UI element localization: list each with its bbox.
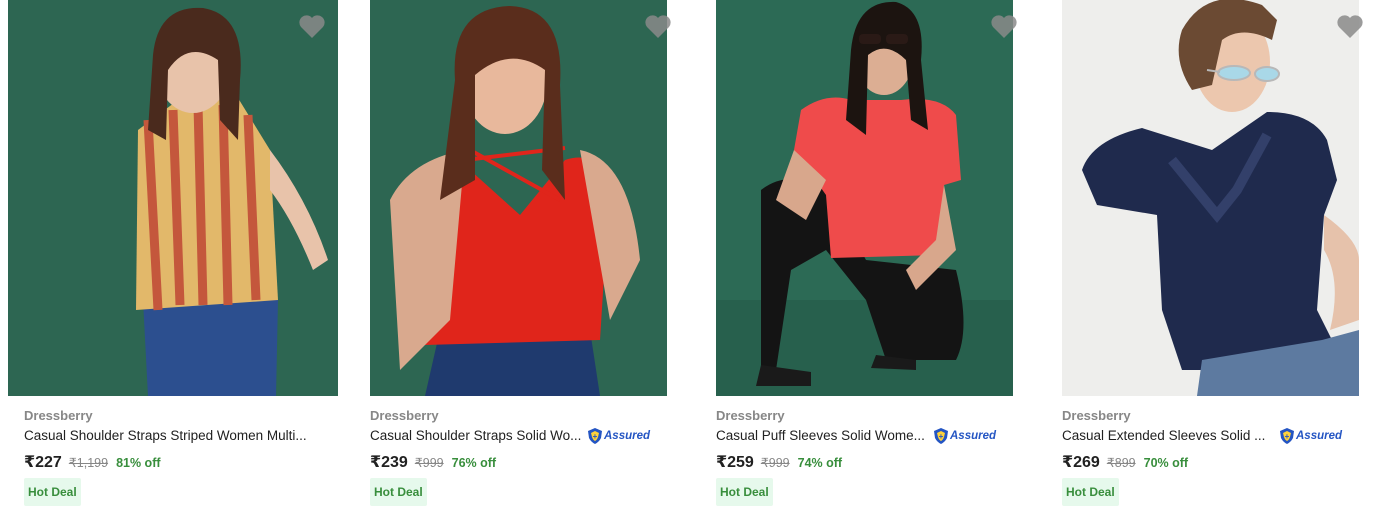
heart-icon[interactable] [990,14,1018,40]
brand-name: Dressberry [370,408,439,423]
discount-percent: 70% off [1143,456,1189,470]
product-title[interactable]: Casual Puff Sleeves Solid Wome... [716,428,934,443]
product-image[interactable] [1062,0,1359,396]
product-image[interactable] [8,0,338,396]
product-title[interactable]: Casual Shoulder Straps Striped Women Mul… [24,428,324,443]
heart-icon[interactable] [644,14,672,40]
hot-deal-badge: Hot Deal [24,478,81,506]
svg-text:+: + [939,432,944,441]
discount-percent: 76% off [451,456,497,470]
svg-text:+: + [593,432,598,441]
original-price: ₹1,199 [68,456,109,470]
selling-price: ₹269 [1062,454,1100,471]
selling-price: ₹259 [716,454,754,471]
discount-percent: 81% off [116,456,161,470]
assured-shield-icon: + [588,428,602,444]
product-card[interactable]: Dressberry Casual Shoulder Straps Solid … [370,0,700,513]
assured-badge: + Assured [933,427,996,445]
assured-badge: + Assured [1279,427,1342,445]
product-image[interactable] [716,0,1013,396]
product-title[interactable]: Casual Shoulder Straps Solid Wo... [370,428,588,443]
assured-label: Assured [1296,430,1343,442]
product-card[interactable]: Dressberry Casual Shoulder Straps Stripe… [8,0,338,513]
product-title[interactable]: Casual Extended Sleeves Solid ... [1062,428,1276,443]
price-row: ₹269 ₹899 70% off [1062,452,1188,472]
heart-icon[interactable] [1336,14,1364,40]
assured-shield-icon: + [934,428,948,444]
hot-deal-badge: Hot Deal [716,478,773,506]
product-card[interactable]: Dressberry Casual Puff Sleeves Solid Wom… [716,0,1046,513]
hot-deal-badge: Hot Deal [370,478,427,506]
brand-name: Dressberry [716,408,785,423]
original-price: ₹899 [1106,456,1136,470]
brand-name: Dressberry [24,408,93,423]
svg-text:+: + [1285,432,1290,441]
price-row: ₹259 ₹999 74% off [716,452,842,472]
selling-price: ₹227 [24,454,62,471]
assured-badge: + Assured [587,427,650,445]
original-price: ₹999 [414,456,444,470]
brand-name: Dressberry [1062,408,1131,423]
assured-shield-icon: + [1280,428,1294,444]
product-card[interactable]: Dressberry Casual Extended Sleeves Solid… [1062,0,1385,513]
price-row: ₹239 ₹999 76% off [370,452,496,472]
heart-icon[interactable] [298,14,326,40]
product-grid: Dressberry Casual Shoulder Straps Stripe… [0,0,1385,513]
price-row: ₹227 ₹1,199 81% off [24,452,161,472]
original-price: ₹999 [760,456,790,470]
hot-deal-badge: Hot Deal [1062,478,1119,506]
assured-label: Assured [950,430,997,442]
discount-percent: 74% off [797,456,843,470]
assured-label: Assured [604,430,651,442]
product-image[interactable] [370,0,667,396]
selling-price: ₹239 [370,454,408,471]
